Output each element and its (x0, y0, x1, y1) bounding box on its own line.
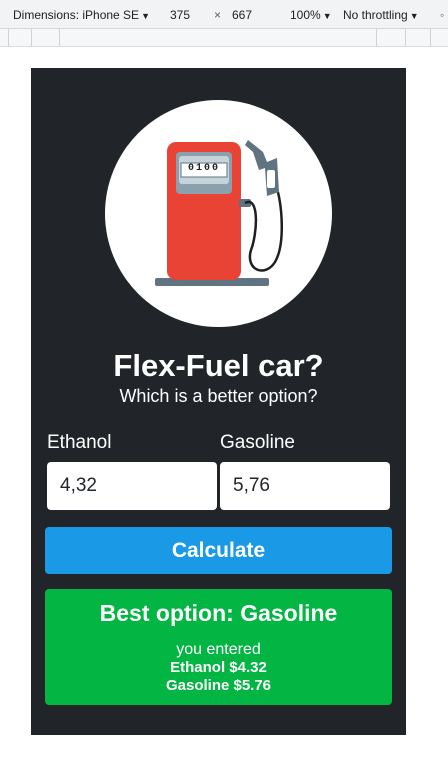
dropdown-arrow-icon: ▼ (141, 11, 150, 21)
gasoline-input[interactable] (220, 462, 390, 510)
width-input[interactable]: 375 (170, 8, 190, 22)
result-gasoline-line: Gasoline $5.76 (165, 677, 272, 694)
gasoline-label: Gasoline (220, 432, 295, 453)
ruler-tick (430, 29, 431, 46)
throttling-selector[interactable]: No throttling ▼ (343, 8, 419, 22)
ruler-tick (8, 29, 9, 46)
fuel-pump-icon (155, 140, 283, 286)
height-input[interactable]: 667 (232, 8, 252, 22)
ruler-tick (31, 29, 32, 46)
zoom-selector[interactable]: 100% ▼ (290, 8, 332, 22)
zoom-label: 100% (290, 8, 321, 22)
ethanol-label: Ethanol (47, 432, 112, 453)
ruler-tick (376, 29, 377, 46)
calculate-button[interactable]: Calculate (45, 527, 392, 574)
page-title: Flex-Fuel car? (113, 348, 324, 383)
throttling-label: No throttling (343, 8, 408, 22)
ruler-tick (405, 29, 406, 46)
pump-display: 0100 (187, 163, 220, 174)
dropdown-arrow-icon: ▼ (322, 11, 332, 21)
ethanol-input[interactable] (47, 462, 217, 510)
media-query-ruler (0, 29, 448, 47)
logo-circle: 0100 (105, 100, 332, 327)
dropdown-arrow-icon: ▼ (409, 11, 419, 21)
result-ethanol-line: Ethanol $4.32 (170, 659, 267, 676)
page-subtitle: Which is a better option? (119, 386, 318, 406)
more-icon[interactable]: ◦ (440, 8, 444, 22)
app-viewport: 0100 Flex-Fuel car? Which is a better op… (31, 68, 406, 735)
times-icon: × (214, 8, 222, 22)
result-panel: Best option: Gasoline you entered Ethano… (45, 589, 392, 705)
device-selector[interactable]: Dimensions: iPhone SE ▼ (13, 8, 150, 22)
devtools-toolbar: Dimensions: iPhone SE ▼ 375 × 667 100% ▼ N… (0, 0, 448, 29)
ruler-tick (59, 29, 60, 46)
result-title: Best option: Gasoline (99, 600, 338, 626)
device-label: Dimensions: iPhone SE (13, 8, 140, 22)
result-entered-label: you entered (176, 641, 261, 658)
